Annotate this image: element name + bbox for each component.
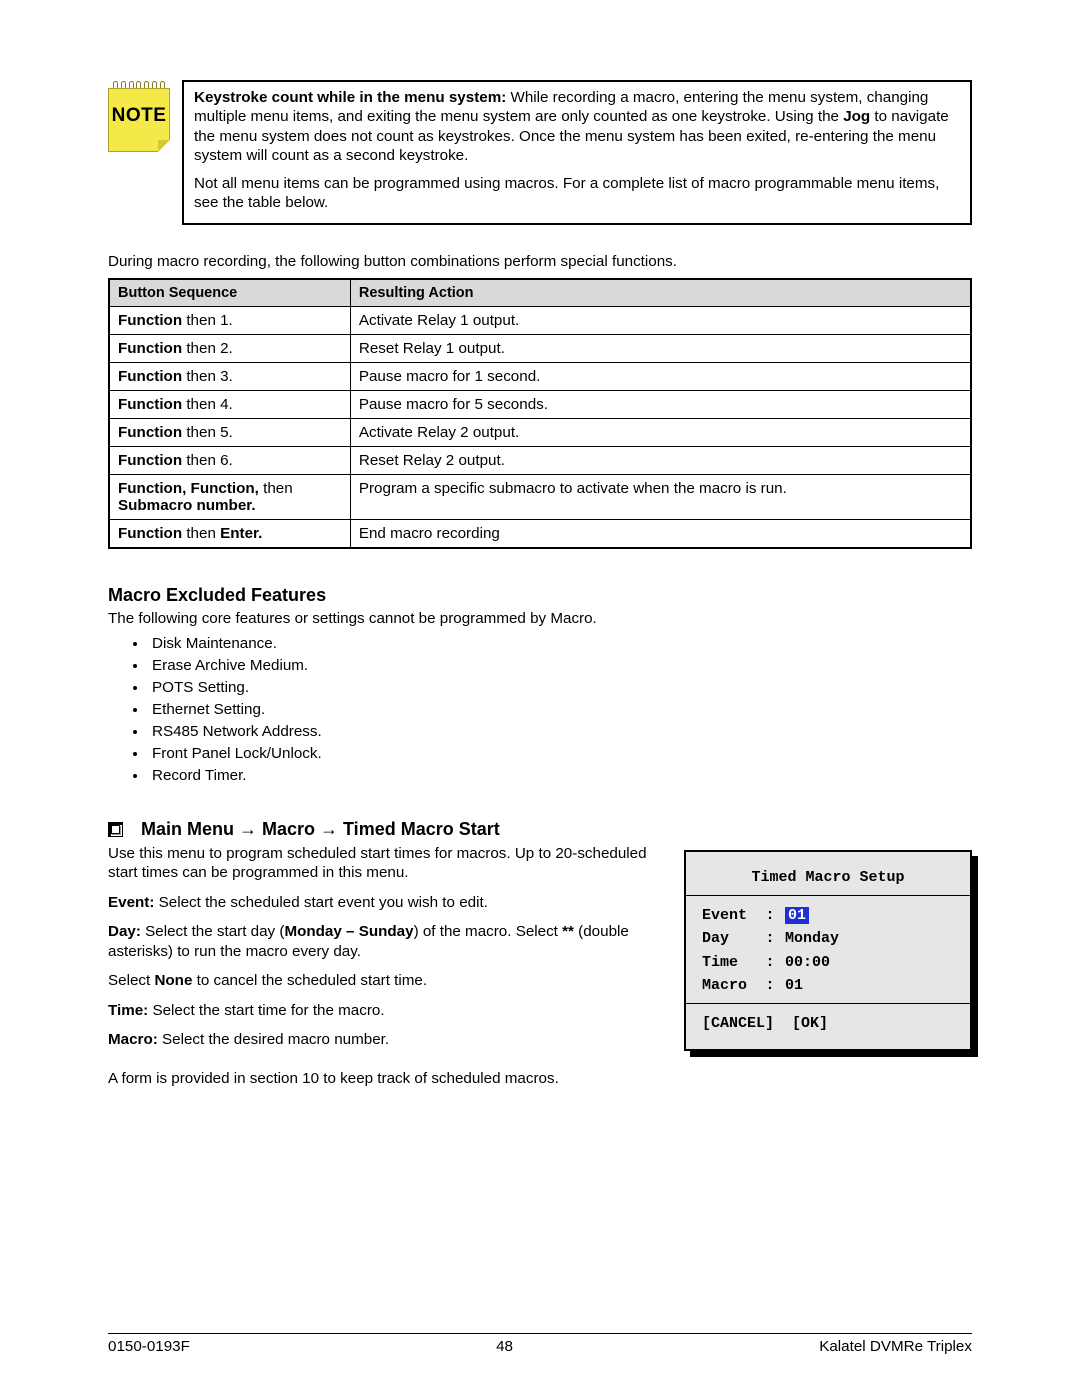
menu-ok-button[interactable]: [OK] [792,1012,828,1035]
sequence-cell: Function then 3. [109,362,350,390]
note-icon: NOTE [108,80,170,152]
action-cell: End macro recording [350,519,971,548]
table-header-action: Resulting Action [350,279,971,307]
sequence-cell: Function then 5. [109,418,350,446]
intro-text: During macro recording, the following bu… [108,253,972,270]
menu-macro-value[interactable]: 01 [785,977,803,994]
table-row: Function then Enter.End macro recording [109,519,971,548]
list-item: RS485 Network Address. [148,721,972,743]
note-icon-label: NOTE [109,105,169,127]
action-cell: Reset Relay 1 output. [350,334,971,362]
table-row: Function then 5.Activate Relay 2 output. [109,418,971,446]
excluded-heading: Macro Excluded Features [108,585,972,606]
sequence-cell: Function then 4. [109,390,350,418]
timed-macro-heading: Main Menu → Macro → Timed Macro Start [108,819,972,840]
table-row: Function then 2.Reset Relay 1 output. [109,334,971,362]
timed-macro-setup-panel: Timed Macro Setup Event: 01 Day: Monday … [684,850,972,1052]
action-cell: Activate Relay 2 output. [350,418,971,446]
menu-day-value[interactable]: Monday [785,930,839,947]
excluded-intro: The following core features or settings … [108,610,972,627]
table-row: Function then 6.Reset Relay 2 output. [109,446,971,474]
action-cell: Reset Relay 2 output. [350,446,971,474]
sequence-cell: Function, Function, then Submacro number… [109,474,350,519]
action-cell: Activate Relay 1 output. [350,306,971,334]
sequence-cell: Function then 6. [109,446,350,474]
list-item: Front Panel Lock/Unlock. [148,743,972,765]
menu-row-event: Event: 01 [702,904,954,927]
page: NOTE Keystroke count while in the menu s… [0,0,1080,1397]
macro-line: Macro: Select the desired macro number. [108,1030,660,1049]
day-line-2: Select None to cancel the scheduled star… [108,971,660,990]
note-paragraph-1: Keystroke count while in the menu system… [194,88,960,166]
table-header-sequence: Button Sequence [109,279,350,307]
list-item: Erase Archive Medium. [148,655,972,677]
menu-time-value[interactable]: 00:00 [785,954,830,971]
list-item: Record Timer. [148,765,972,787]
menu-row-time: Time: 00:00 [702,951,954,974]
day-line: Day: Select the start day (Monday – Sund… [108,922,660,961]
form-note: A form is provided in section 10 to keep… [108,1070,972,1087]
list-item: Disk Maintenance. [148,633,972,655]
list-item: Ethernet Setting. [148,699,972,721]
page-footer: 0150-0193F 48 Kalatel DVMRe Triplex [108,1333,972,1355]
menu-cancel-button[interactable]: [CANCEL] [702,1012,774,1035]
excluded-list: Disk Maintenance.Erase Archive Medium.PO… [108,633,972,787]
button-sequence-table: Button Sequence Resulting Action Functio… [108,278,972,549]
list-item: POTS Setting. [148,677,972,699]
footer-left: 0150-0193F [108,1338,190,1355]
menu-event-value[interactable]: 01 [785,907,809,924]
timed-macro-description: Use this menu to program scheduled start… [108,844,660,1060]
table-row: Function then 3.Pause macro for 1 second… [109,362,971,390]
menu-title: Timed Macro Setup [702,866,954,889]
bullet-square-icon [108,822,123,837]
note-paragraph-2: Not all menu items can be programmed usi… [194,174,960,213]
menu-row-macro: Macro: 01 [702,974,954,997]
action-cell: Pause macro for 1 second. [350,362,971,390]
note-block: NOTE Keystroke count while in the menu s… [108,80,972,225]
sequence-cell: Function then Enter. [109,519,350,548]
table-row: Function then 4.Pause macro for 5 second… [109,390,971,418]
sequence-cell: Function then 2. [109,334,350,362]
event-line: Event: Select the scheduled start event … [108,893,660,912]
action-cell: Program a specific submacro to activate … [350,474,971,519]
sequence-cell: Function then 1. [109,306,350,334]
menu-row-day: Day: Monday [702,927,954,950]
footer-right: Kalatel DVMRe Triplex [819,1338,972,1355]
note-box: Keystroke count while in the menu system… [182,80,972,225]
table-row: Function, Function, then Submacro number… [109,474,971,519]
action-cell: Pause macro for 5 seconds. [350,390,971,418]
footer-page-number: 48 [496,1338,513,1355]
table-row: Function then 1.Activate Relay 1 output. [109,306,971,334]
timed-macro-p1: Use this menu to program scheduled start… [108,844,660,883]
time-line: Time: Select the start time for the macr… [108,1001,660,1020]
